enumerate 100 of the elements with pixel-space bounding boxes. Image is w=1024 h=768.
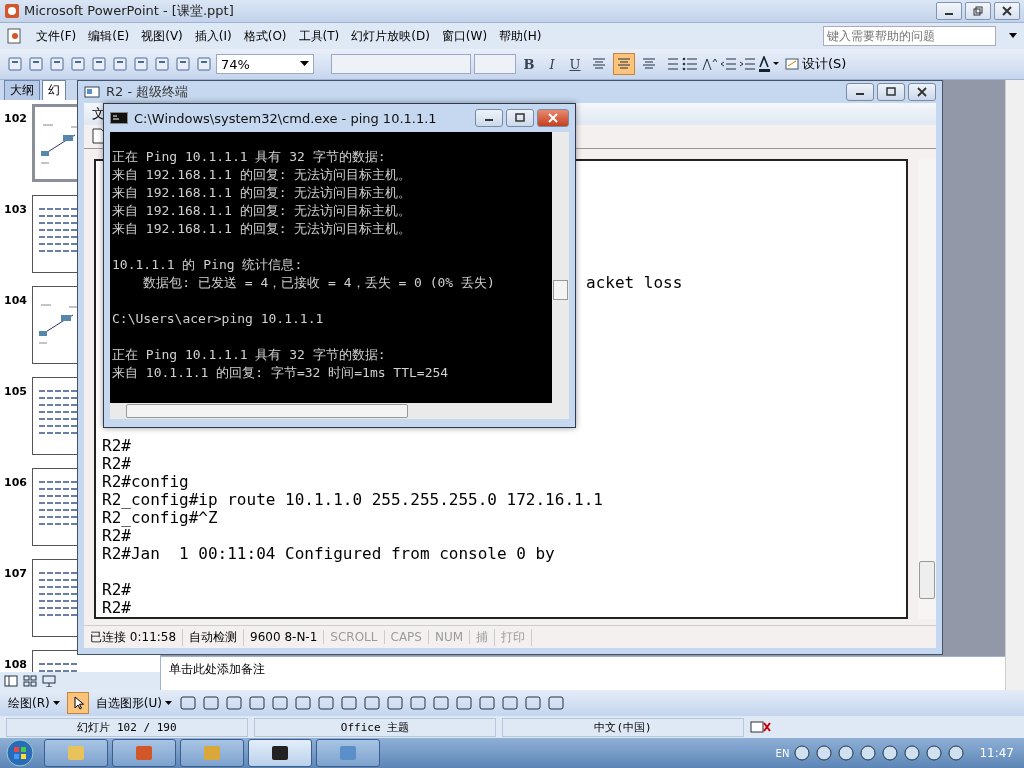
close-icon: [1002, 6, 1012, 16]
notes-prompt: 单击此处添加备注: [169, 662, 265, 676]
italic-button[interactable]: I: [542, 54, 562, 74]
align-lines-icon: [642, 58, 656, 70]
scrollbar-thumb[interactable]: [553, 280, 568, 300]
close-button[interactable]: [994, 2, 1020, 20]
slide-number: 108: [3, 657, 28, 672]
menu-item[interactable]: 帮助(H): [499, 27, 542, 45]
terminal-line: acket loss: [586, 274, 684, 292]
font-size-increase-icon[interactable]: [701, 56, 717, 72]
design-icon: [785, 58, 799, 70]
status-field: 中文(中国): [502, 717, 744, 737]
slide-number: 102: [3, 111, 28, 127]
autoshapes-menu-button[interactable]: 自选图形(U): [93, 694, 174, 712]
terminal-line: R2#: [102, 599, 132, 617]
close-button[interactable]: [908, 83, 936, 101]
maximize-icon: [886, 87, 896, 97]
menu-item[interactable]: 插入(I): [194, 27, 232, 45]
dropdown-arrow-icon: [164, 700, 172, 706]
design-button[interactable]: 设计(S): [783, 55, 849, 73]
bold-button[interactable]: B: [519, 54, 539, 74]
status-field: Office 主题: [254, 717, 496, 737]
restore-icon: [973, 6, 983, 16]
window-title: C:\Windows\system32\cmd.exe - ping 10.1.1.1: [134, 110, 437, 126]
console-line: 来自 192.168.1.1 的回复: 无法访问目标主机。: [112, 184, 413, 202]
slide-thumbnail[interactable]: [32, 195, 78, 273]
slide-show-icon[interactable]: [42, 675, 56, 687]
close-icon: [917, 87, 927, 97]
menu-item[interactable]: 编辑(E): [88, 27, 130, 45]
menu-item[interactable]: 格式(O): [243, 27, 287, 45]
panel-tab[interactable]: 幻: [42, 80, 66, 100]
terminal-line: R2#config: [102, 473, 190, 491]
clock: 11:47: [979, 746, 1014, 760]
align-button[interactable]: [613, 53, 635, 75]
horizontal-scrollbar[interactable]: [110, 403, 569, 419]
terminal-icon: [84, 86, 100, 98]
draw-menu-button[interactable]: 绘图(R): [6, 694, 62, 712]
slide-number: 106: [3, 475, 28, 491]
menu-item[interactable]: 幻灯片放映(D): [351, 27, 430, 45]
slide-thumbnail[interactable]: [32, 559, 78, 637]
console-icon: [110, 112, 128, 124]
console-line: 来自 192.168.1.1 的回复: 无法访问目标主机。: [112, 220, 413, 238]
zoom-dropdown[interactable]: 74%: [216, 54, 314, 74]
terminal-line: R2_config#ip route 10.1.1.0 255.255.255.0 172.16.1.1: [102, 491, 604, 509]
menu-item[interactable]: 文件(F): [36, 27, 77, 45]
vertical-scrollbar[interactable]: [1005, 80, 1024, 690]
close-button[interactable]: [537, 109, 569, 127]
terminal-line: R2_config#^Z: [102, 509, 219, 527]
slide-thumbnail[interactable]: [32, 104, 78, 182]
dropdown-arrow-icon: [300, 61, 309, 67]
vertical-scrollbar[interactable]: [918, 159, 936, 619]
select-pointer-icon[interactable]: [66, 692, 89, 714]
terminal-line: R2#Jan 1 00:11:04 Configured from console 0 by: [102, 545, 556, 563]
taskbar-button[interactable]: [248, 739, 312, 767]
terminal-line: R2#: [102, 581, 132, 599]
document-icon: [6, 28, 24, 44]
window-title: R2 - 超级终端: [106, 83, 189, 101]
menu-item[interactable]: 工具(T): [298, 27, 340, 45]
maximize-button[interactable]: [877, 83, 905, 101]
console-line: 来自 10.1.1.1 的回复: 字节=32 时间=1ms TTL=254: [112, 364, 450, 382]
slide-thumbnail[interactable]: [32, 286, 78, 364]
slide-number: 104: [3, 293, 28, 309]
slide-number: 103: [3, 202, 28, 218]
maximize-button[interactable]: [506, 109, 534, 127]
bullets-icon[interactable]: [682, 56, 698, 72]
align-lines-icon: [592, 58, 606, 70]
help-search-field[interactable]: 键入需要帮助的问题: [823, 26, 996, 46]
console-line: 数据包: 已发送 = 4，已接收 = 4，丢失 = 0 (0% 丢失): [142, 274, 496, 292]
vertical-scrollbar[interactable]: [552, 132, 569, 403]
slide-thumbnail[interactable]: [32, 377, 78, 455]
close-icon: [548, 113, 558, 123]
normal-view-icon[interactable]: [4, 675, 18, 687]
status-field: 打印: [495, 628, 533, 646]
dropdown-arrow-icon: [52, 700, 60, 706]
scrollbar-thumb[interactable]: [126, 404, 408, 418]
powerpoint-icon: [4, 3, 20, 19]
slide-number: 107: [3, 566, 28, 582]
underline-button[interactable]: U: [565, 54, 585, 74]
dropdown-arrow-icon[interactable]: [1008, 32, 1018, 40]
scrollbar-thumb[interactable]: [919, 561, 935, 599]
console-line: 10.1.1.1 的 Ping 统计信息:: [112, 256, 304, 274]
console-line: 来自 192.168.1.1 的回复: 无法访问目标主机。: [112, 166, 413, 184]
status-field: 捕: [470, 628, 496, 646]
minimize-button[interactable]: [846, 83, 874, 101]
menu-item[interactable]: 窗口(W): [441, 27, 488, 45]
menu-item[interactable]: 视图(V): [141, 27, 183, 45]
align-lines-icon: [617, 58, 631, 70]
slide-thumbnail[interactable]: [32, 468, 78, 546]
minimize-button[interactable]: [475, 109, 503, 127]
panel-tab[interactable]: 大纲: [4, 80, 40, 100]
status-field: 9600 8-N-1: [244, 630, 325, 644]
slide-sorter-icon[interactable]: [23, 675, 37, 687]
status-field: SCROLL: [324, 630, 385, 644]
restore-button[interactable]: [965, 2, 991, 20]
console-line: 正在 Ping 10.1.1.1 具有 32 字节的数据:: [112, 148, 387, 166]
status-field: 幻灯片 102 / 190: [6, 717, 248, 737]
terminal-line: R2#: [102, 527, 131, 545]
minimize-button[interactable]: [936, 2, 962, 20]
status-field: CAPS: [384, 630, 429, 644]
increase-indent-icon[interactable]: [739, 56, 755, 72]
